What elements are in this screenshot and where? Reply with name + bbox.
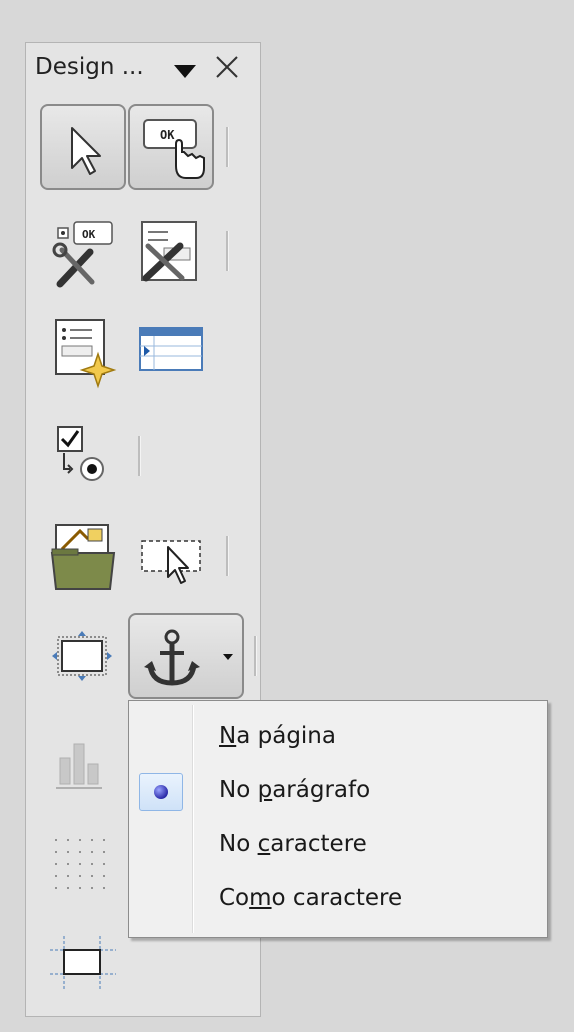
position-and-size-icon <box>52 631 112 681</box>
menu-item-label: Na página <box>219 723 336 749</box>
design-mode-icon: OK <box>143 119 205 179</box>
activation-order-icon <box>57 426 104 481</box>
form-properties-icon <box>141 221 197 282</box>
form-design-button[interactable] <box>40 308 126 394</box>
toolbar-separator <box>226 536 229 576</box>
anchor-menu: Na página No parágrafo No caractere Como… <box>128 700 548 938</box>
toolbar-separator <box>254 636 257 676</box>
menu-item-na-pagina[interactable]: Na página <box>131 711 545 765</box>
form-properties-button[interactable] <box>128 208 214 294</box>
display-grid-icon <box>55 839 105 889</box>
menu-item-no-paragrafo[interactable]: No parágrafo <box>131 765 545 819</box>
toolbar-title: Design ... <box>35 54 144 80</box>
form-design-icon <box>55 319 117 389</box>
menu-item-label: No caractere <box>219 831 367 857</box>
svg-text:OK: OK <box>160 128 175 142</box>
anchor-icon <box>144 629 200 686</box>
close-icon[interactable] <box>213 53 241 81</box>
form-navigator-icon <box>139 327 203 371</box>
helplines-while-moving-icon <box>50 936 116 990</box>
menu-item-label: No parágrafo <box>219 777 371 803</box>
chevron-down-icon[interactable] <box>174 65 196 78</box>
control-focus-button[interactable] <box>128 513 214 599</box>
display-grid-button[interactable] <box>40 818 126 904</box>
helplines-button[interactable] <box>40 918 126 1004</box>
anchor-dropdown-button[interactable] <box>128 613 244 699</box>
menu-item-label: Como caractere <box>219 885 403 911</box>
align-button[interactable] <box>40 718 126 804</box>
activation-order-button[interactable] <box>40 413 126 499</box>
control-properties-icon: OK <box>52 221 113 288</box>
open-in-design-mode-button[interactable] <box>40 513 126 599</box>
radio-checked-indicator <box>139 773 183 811</box>
menu-item-no-caractere[interactable]: No caractere <box>131 819 545 873</box>
control-properties-button[interactable]: OK <box>40 208 126 294</box>
select-arrow-icon <box>71 127 101 175</box>
design-mode-button[interactable]: OK <box>128 104 214 190</box>
radio-dot-icon <box>154 785 168 799</box>
toolbar-title-bar[interactable]: Design ... <box>26 43 260 97</box>
automatic-control-focus-icon <box>141 540 201 584</box>
chevron-down-icon[interactable] <box>218 647 238 667</box>
align-icon <box>56 743 102 789</box>
svg-text:OK: OK <box>82 228 96 241</box>
form-navigator-button[interactable] <box>128 308 214 394</box>
toolbar-separator <box>138 436 141 476</box>
open-in-design-mode-icon <box>50 524 116 590</box>
toolbar-separator <box>226 127 229 167</box>
menu-item-como-caractere[interactable]: Como caractere <box>131 873 545 927</box>
position-and-size-button[interactable] <box>40 613 126 699</box>
toolbar-separator <box>226 231 229 271</box>
select-button[interactable] <box>40 104 126 190</box>
